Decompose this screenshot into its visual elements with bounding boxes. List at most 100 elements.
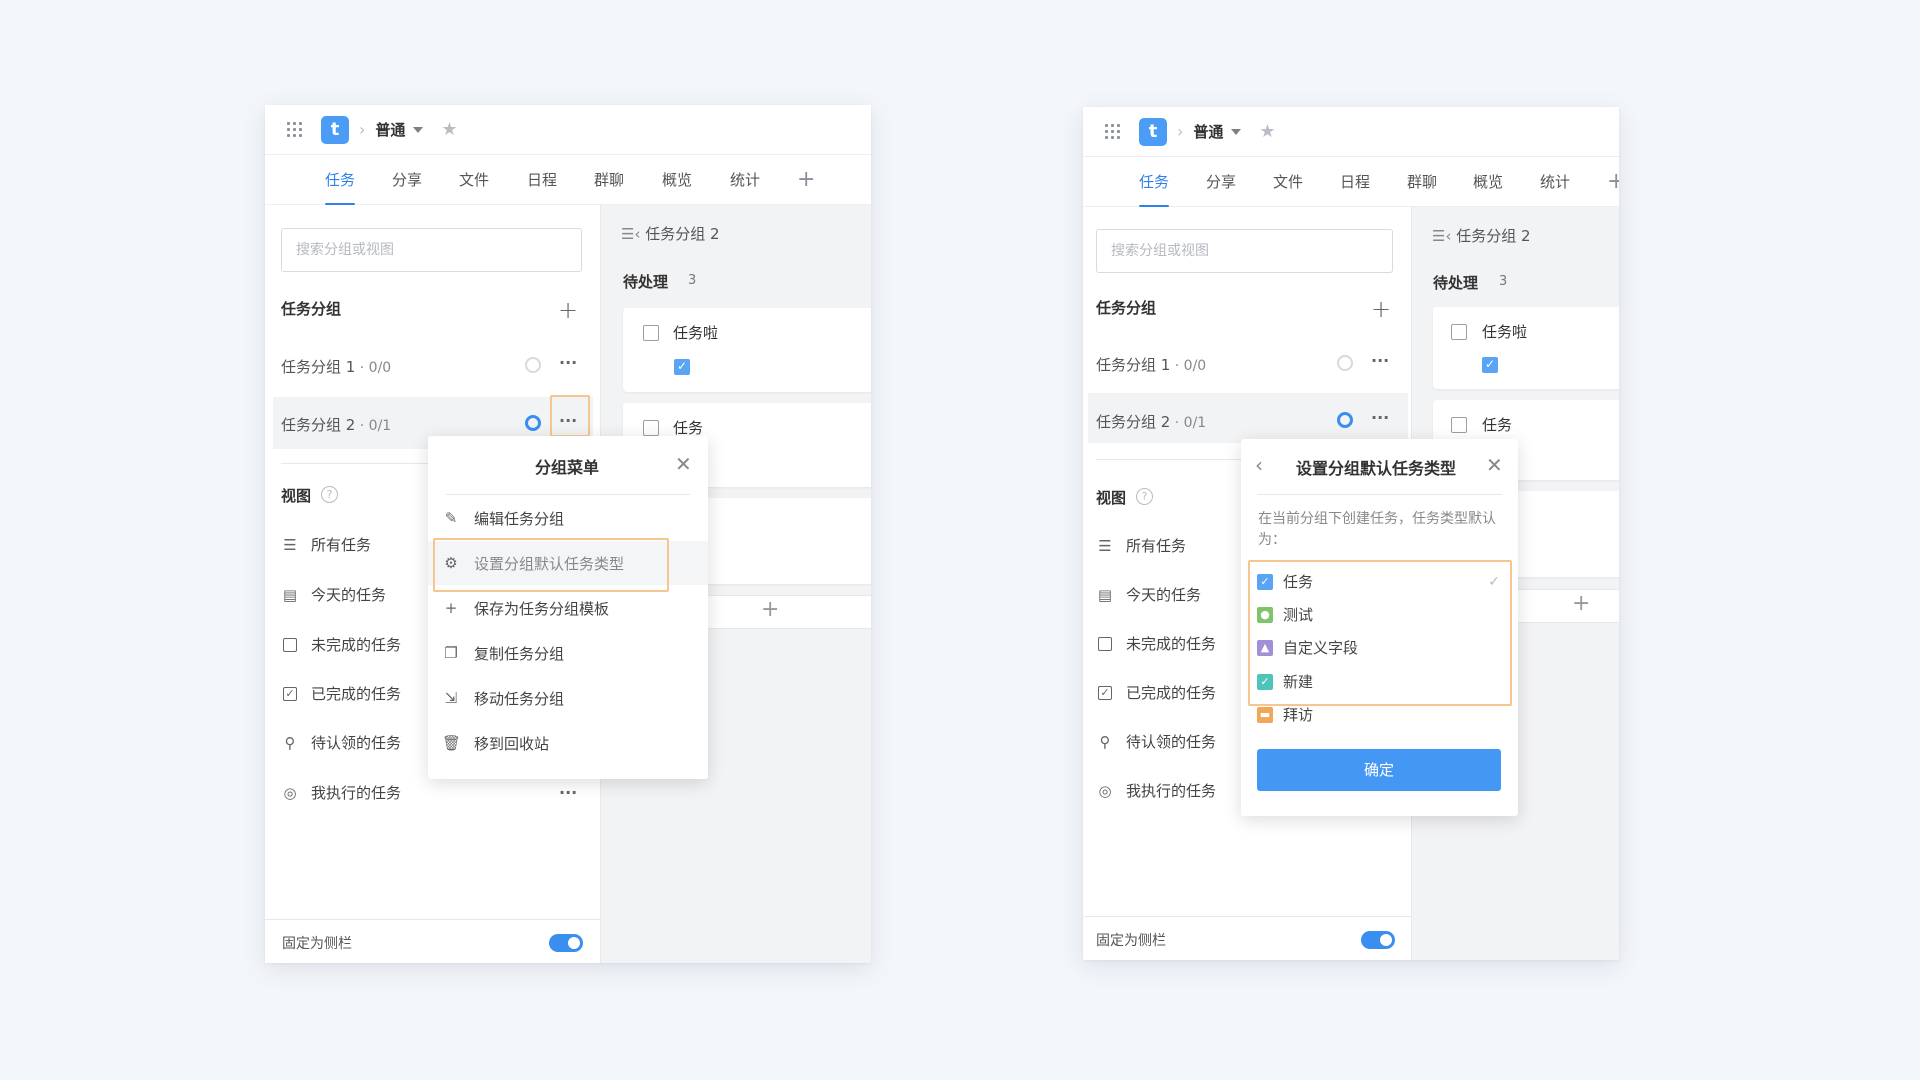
search-input[interactable]: 搜索分组或视图 (281, 228, 582, 272)
project-name[interactable]: 普通 (375, 119, 405, 140)
add-task-icon[interactable]: + (761, 597, 779, 622)
tab-schedule[interactable]: 日程 (1340, 157, 1370, 207)
type-option-custom-field[interactable]: ▲ 自定义字段 (1251, 631, 1508, 664)
view-label: 所有任务 (1126, 537, 1187, 555)
group-row-1[interactable]: 任务分组 1 · 0/0 (1096, 354, 1206, 375)
group-row-1[interactable]: 任务分组 1 · 0/0 (281, 356, 391, 377)
view-unclaimed-tasks[interactable]: ⚲ 待认领的任务 (1096, 731, 1217, 752)
menu-edit-group[interactable]: ✎ 编辑任务分组 (428, 496, 708, 540)
task-checkbox[interactable] (1451, 417, 1467, 433)
breadcrumb[interactable]: ☰‹ 任务分组 2 (1432, 225, 1531, 246)
tab-files[interactable]: 文件 (459, 155, 489, 205)
add-tab-button[interactable]: + (797, 155, 815, 205)
app-window-left: t › 普通 ★ 任务 分享 文件 日程 群聊 概览 统计 + 搜索分组或视图 … (265, 105, 871, 963)
app-logo[interactable]: t (1139, 117, 1167, 146)
star-icon[interactable]: ★ (441, 119, 457, 140)
pin-sidebar-label: 固定为侧栏 (1096, 933, 1166, 949)
tab-tasks[interactable]: 任务 (325, 155, 356, 205)
tab-tasks[interactable]: 任务 (1139, 157, 1170, 207)
view-today-tasks[interactable]: ▤ 今天的任务 (281, 584, 386, 605)
group-row-2[interactable]: 任务分组 2 · 0/1 (281, 414, 391, 435)
menu-label: 移动任务分组 (474, 689, 565, 708)
collapse-sidebar-icon[interactable]: ☰‹ (621, 225, 645, 243)
view-completed-tasks[interactable]: ✓ 已完成的任务 (281, 683, 401, 704)
view-all-tasks[interactable]: ☰ 所有任务 (281, 534, 371, 555)
close-icon[interactable]: ✕ (675, 454, 692, 474)
type-option-task[interactable]: ✓ 任务 ✓ (1251, 565, 1508, 598)
apps-grid-icon[interactable] (1105, 123, 1121, 140)
add-group-icon[interactable]: + (1371, 297, 1391, 321)
task-card[interactable]: 任务啦 ✓ (1433, 307, 1619, 389)
view-today-tasks[interactable]: ▤ 今天的任务 (1096, 584, 1201, 605)
menu-label: 保存为任务分组模板 (474, 599, 610, 618)
checkbox-checked-icon: ✓ (1096, 684, 1114, 702)
help-icon[interactable]: ? (321, 486, 338, 503)
tab-share[interactable]: 分享 (392, 155, 422, 205)
tab-share[interactable]: 分享 (1206, 157, 1236, 207)
type-option-new[interactable]: ✓ 新建 (1251, 665, 1508, 698)
more-icon[interactable]: ··· (559, 413, 577, 429)
add-task-icon[interactable]: + (1572, 591, 1590, 616)
add-group-icon[interactable]: + (558, 298, 578, 322)
subtask-check-icon[interactable]: ✓ (1482, 357, 1498, 373)
star-icon[interactable]: ★ (1259, 121, 1275, 142)
search-input[interactable]: 搜索分组或视图 (1096, 229, 1393, 273)
group-name: 任务分组 2 (1096, 413, 1171, 431)
tab-overview[interactable]: 概览 (1473, 157, 1503, 207)
view-all-tasks[interactable]: ☰ 所有任务 (1096, 535, 1186, 556)
menu-move-group[interactable]: ⇲ 移动任务分组 (428, 676, 708, 720)
menu-move-to-trash[interactable]: 🗑 移到回收站 (428, 721, 708, 765)
tab-stats[interactable]: 统计 (1540, 157, 1570, 207)
menu-set-default-type[interactable]: ⚙ 设置分组默认任务类型 (428, 541, 708, 585)
type-option-test[interactable]: ● 测试 (1251, 598, 1508, 631)
menu-label: 复制任务分组 (474, 644, 565, 663)
group-row-2[interactable]: 任务分组 2 · 0/1 (1096, 411, 1206, 432)
pin-sidebar-toggle[interactable] (1361, 931, 1395, 949)
view-label: 今天的任务 (1126, 586, 1202, 604)
gear-icon: ⚙ (444, 554, 458, 572)
tab-schedule[interactable]: 日程 (527, 155, 557, 205)
view-incomplete-tasks[interactable]: 未完成的任务 (1096, 633, 1216, 654)
more-icon[interactable]: ··· (559, 785, 577, 801)
more-icon[interactable]: ··· (1371, 353, 1389, 369)
view-my-tasks[interactable]: ◎ 我执行的任务 (281, 782, 401, 803)
tab-group-chat[interactable]: 群聊 (594, 155, 624, 205)
task-checkbox[interactable] (1451, 324, 1467, 340)
view-label: 今天的任务 (311, 586, 387, 604)
add-tab-button[interactable]: + (1607, 157, 1619, 207)
close-icon[interactable]: ✕ (1486, 455, 1503, 475)
pin-sidebar-toggle[interactable] (549, 934, 583, 952)
menu-copy-group[interactable]: ❐ 复制任务分组 (428, 631, 708, 675)
more-icon[interactable]: ··· (1371, 410, 1389, 426)
view-completed-tasks[interactable]: ✓ 已完成的任务 (1096, 682, 1216, 703)
project-name[interactable]: 普通 (1193, 121, 1223, 142)
tab-files[interactable]: 文件 (1273, 157, 1303, 207)
breadcrumb[interactable]: ☰‹ 任务分组 2 (621, 223, 720, 244)
chevron-right-icon: › (1177, 122, 1184, 141)
apps-grid-icon[interactable] (287, 121, 303, 138)
column-count: 3 (688, 273, 697, 288)
help-icon[interactable]: ? (1136, 488, 1153, 505)
app-logo[interactable]: t (321, 115, 349, 144)
caret-down-icon[interactable] (1231, 128, 1242, 135)
more-icon[interactable]: ··· (559, 355, 577, 371)
subtask-check-icon[interactable]: ✓ (674, 359, 690, 375)
confirm-button[interactable]: 确定 (1257, 749, 1501, 791)
type-option-visit[interactable]: ▬ 拜访 (1251, 698, 1508, 731)
task-card[interactable]: 任务啦 ✓ (623, 308, 871, 392)
task-checkbox[interactable] (643, 420, 659, 436)
caret-down-icon[interactable] (413, 126, 424, 133)
view-my-tasks[interactable]: ◎ 我执行的任务 (1096, 780, 1216, 801)
tab-group-chat[interactable]: 群聊 (1407, 157, 1437, 207)
menu-label: 移到回收站 (474, 734, 550, 753)
collapse-sidebar-icon[interactable]: ☰‹ (1432, 227, 1456, 245)
view-incomplete-tasks[interactable]: 未完成的任务 (281, 634, 401, 655)
tab-stats[interactable]: 统计 (730, 155, 760, 205)
task-checkbox[interactable] (643, 325, 659, 341)
group-menu-title: 分组菜单 (535, 458, 600, 477)
view-unclaimed-tasks[interactable]: ⚲ 待认领的任务 (281, 732, 402, 753)
back-arrow-icon[interactable]: ‹ (1255, 455, 1263, 475)
tab-overview[interactable]: 概览 (662, 155, 692, 205)
copy-icon: ❐ (444, 644, 458, 662)
menu-save-template[interactable]: + 保存为任务分组模板 (428, 586, 708, 630)
